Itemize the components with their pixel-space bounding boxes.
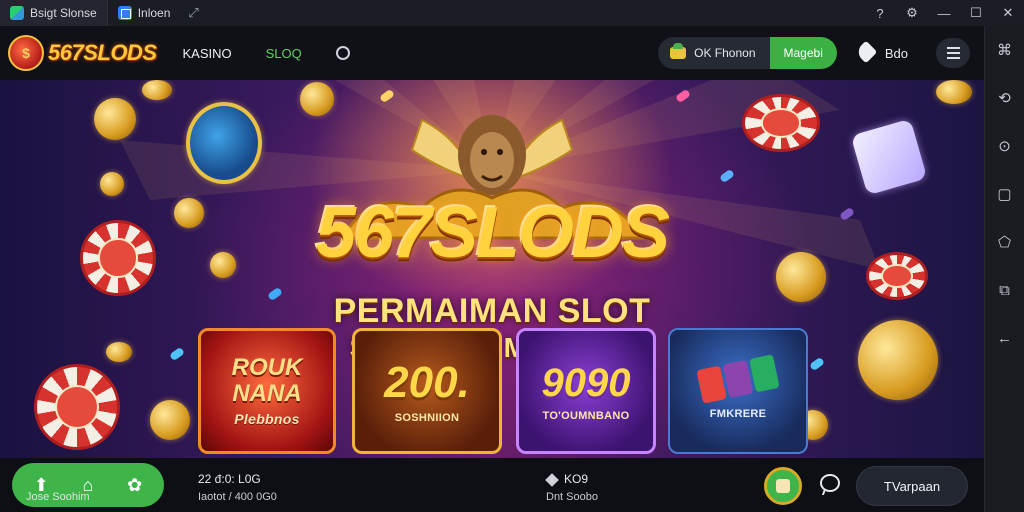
minimize-button[interactable]: —	[928, 0, 960, 26]
brand-logo[interactable]: $ 567SLODS	[0, 35, 157, 71]
promo-card-1[interactable]: ROUK NANA Plebbnos	[198, 328, 336, 454]
stat-top: KO9	[564, 472, 589, 486]
casino-chip	[34, 364, 120, 450]
coin-decoration	[300, 82, 334, 116]
stat-top: 22 đ:0: L0G	[198, 472, 261, 486]
reel	[749, 354, 780, 393]
maximize-button[interactable]: ☐	[960, 0, 992, 26]
menu-button[interactable]	[936, 38, 970, 68]
box-icon	[545, 473, 559, 487]
main-nav: KASINO SLOQ	[183, 46, 350, 61]
favorite-button[interactable]	[764, 467, 802, 505]
window-controls: ? ⚙ — ☐ ✕	[864, 0, 1024, 26]
emulator-sidebar: ⌘ ⟲ ⊙ ▢ ⬠ ⧉ ←	[984, 26, 1024, 512]
sidebar-keymap-icon[interactable]: ⌘	[985, 26, 1024, 74]
window-titlebar: Bsigt Slonse Inloen ⤢ ? ⚙ — ☐ ✕	[0, 0, 1024, 26]
coin-decoration	[142, 80, 172, 100]
sidebar-multi-icon[interactable]: ⧉	[985, 266, 1024, 314]
coin-decoration	[94, 98, 136, 140]
stat-block-2: KO9 Dnt Soobo	[545, 470, 598, 506]
promo-card-caption: TO'OUMNBANO	[542, 409, 630, 422]
coin-decoration	[186, 102, 262, 184]
settings-icon[interactable]: ⚙	[896, 0, 928, 26]
login-button[interactable]: Magebi	[769, 37, 837, 69]
menu-line	[946, 52, 960, 54]
sidebar-back-icon[interactable]: ←	[985, 314, 1024, 362]
logo-badge-icon: $	[8, 35, 44, 71]
tab-bsigt-slonse[interactable]: Bsigt Slonse	[0, 0, 108, 26]
brand-name: 567SLODS	[48, 40, 157, 65]
user-text: Bdo	[884, 45, 908, 61]
promo-card-4[interactable]: FMKRERE	[668, 328, 808, 454]
expand-icon[interactable]: ⤢	[188, 5, 198, 21]
tab-label: Inloen	[137, 6, 171, 20]
stat-bottom: Dnt Soobo	[546, 491, 598, 503]
sidebar-rotate-icon[interactable]: ⟲	[985, 74, 1024, 122]
promo-card-title: ROUK NANA	[231, 354, 303, 407]
register-button[interactable]: TVarpaan	[856, 466, 968, 506]
help-icon[interactable]: ?	[864, 0, 896, 26]
nav-kasino[interactable]: KASINO	[183, 46, 232, 61]
promo-card-3[interactable]: 9090 TO'OUMNBANO	[516, 328, 656, 454]
app-header: $ 567SLODS KASINO SLOQ OK Fhonon Magebi …	[0, 26, 984, 80]
stat-block-1: 22 đ:0: L0G Iaotot / 400 0G0	[198, 470, 277, 506]
tab-inloen[interactable]: Inloen	[108, 0, 181, 26]
coin-decoration	[150, 400, 190, 440]
menu-line	[946, 47, 960, 49]
hero-banner[interactable]: 567SLODS PERMAIMAN SLOT SERU DAN MENARIK…	[0, 80, 984, 458]
hero-subtitle-line1: PERMAIMAN SLOT	[333, 292, 651, 330]
menu-line	[946, 57, 960, 59]
circle-icon[interactable]	[335, 46, 350, 60]
promo-card-caption: SOSHNIION	[394, 412, 460, 424]
hero-title: 567SLODS	[315, 193, 670, 273]
wallet-icon	[670, 43, 687, 59]
slot-reels-icon	[696, 354, 780, 404]
reel	[722, 359, 754, 399]
reel	[696, 365, 727, 404]
balance-pill: OK Fhonon Magebi	[658, 37, 837, 69]
promo-card-2[interactable]: 200. SOSHNIION	[352, 328, 502, 454]
coin-decoration	[936, 80, 972, 104]
balance-display[interactable]: OK Fhonon	[658, 43, 769, 60]
sidebar-location-icon[interactable]: ⊙	[985, 122, 1024, 170]
sidebar-screen-icon[interactable]: ▢	[985, 170, 1024, 218]
nav-slot[interactable]: SLOQ	[266, 46, 302, 61]
gear-icon[interactable]: ✿	[120, 475, 150, 496]
balance-text: OK Fhonon	[694, 46, 756, 60]
promo-card-title: 200.	[384, 358, 470, 407]
close-button[interactable]: ✕	[992, 0, 1024, 26]
app-store-icon	[10, 6, 24, 20]
promo-card-caption: Plebbnos	[234, 411, 300, 427]
tab-label: Bsigt Slonse	[30, 6, 97, 20]
promo-card-caption: FMKRERE	[709, 408, 767, 420]
casino-chip	[742, 94, 820, 152]
chat-icon[interactable]	[820, 474, 840, 492]
quick-actions-label: Jose Soohim	[26, 491, 90, 503]
sidebar-home-icon[interactable]: ⬠	[985, 218, 1024, 266]
header-actions: OK Fhonon Magebi Bdo	[658, 37, 984, 69]
user-control[interactable]: Bdo	[855, 42, 908, 64]
stat-bottom: Iaotot / 400 0G0	[198, 491, 277, 503]
window-icon	[117, 6, 132, 20]
gift-icon	[776, 479, 790, 493]
user-icon	[855, 42, 877, 64]
promo-card-title: 9090	[541, 360, 631, 405]
